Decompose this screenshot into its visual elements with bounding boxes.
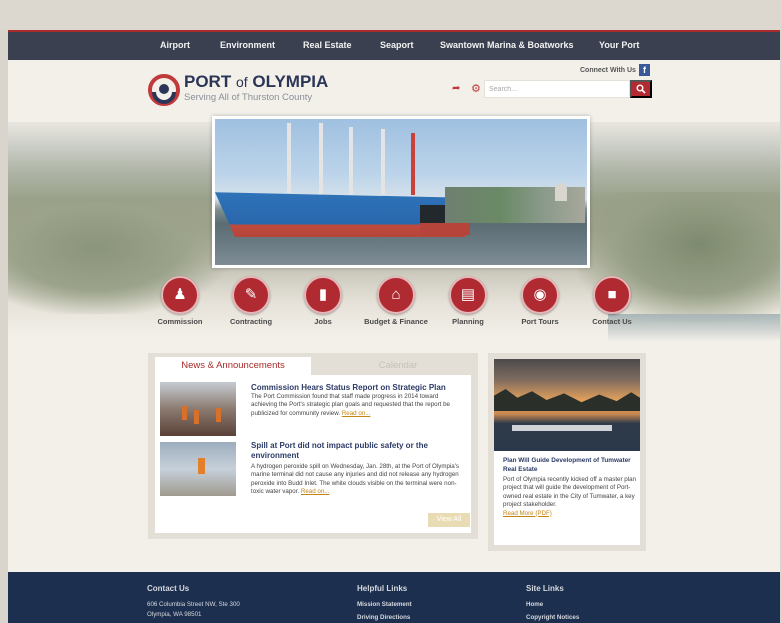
nav-swantown-marina[interactable]: Swantown Marina & Boatworks	[440, 40, 574, 50]
quick-link-contracting[interactable]: ✎ Contracting	[215, 276, 287, 327]
footer-helpful-heading: Helpful Links	[357, 584, 408, 593]
news-thumbnail[interactable]	[160, 442, 236, 496]
contract-icon: ✎	[232, 276, 270, 314]
hero-image	[212, 116, 590, 268]
connect-label: Connect With Us	[580, 67, 636, 74]
gear-icon[interactable]: ⚙	[471, 83, 481, 95]
news-list: Commission Hears Status Report on Strate…	[155, 375, 471, 533]
footer-link-mission[interactable]: Mission Statement	[357, 601, 412, 608]
port-logo-icon	[148, 74, 180, 106]
port-logo[interactable]: PORT of OLYMPIA Serving All of Thurston …	[148, 72, 338, 108]
nav-real-estate[interactable]: Real Estate	[303, 40, 352, 50]
facebook-icon[interactable]: f	[639, 64, 650, 76]
feature-image[interactable]	[494, 359, 640, 451]
search-button[interactable]	[630, 80, 652, 98]
footer-site-heading: Site Links	[526, 584, 564, 593]
share-icon[interactable]: ➦	[452, 84, 464, 94]
footer-link-home[interactable]: Home	[526, 601, 543, 608]
footer-contact-heading: Contact Us	[147, 584, 190, 593]
footer: Contact Us 606 Columbia Street NW, Ste 3…	[8, 572, 780, 623]
camera-icon: ◉	[521, 276, 559, 314]
quick-link-jobs[interactable]: ▮ Jobs	[287, 276, 359, 327]
read-on-link[interactable]: Read on...	[301, 488, 330, 495]
news-thumbnail[interactable]	[160, 382, 236, 436]
view-all-button[interactable]: View All	[428, 513, 470, 527]
footer-address-line: 606 Columbia Street NW, Ste 300	[147, 601, 240, 608]
search-icon	[636, 84, 646, 94]
quick-link-commission[interactable]: ♟ Commission	[144, 276, 216, 327]
main-nav: Airport Environment Real Estate Seaport …	[8, 30, 780, 60]
feature-card: Plan Will Guide Development of Tumwater …	[488, 353, 646, 551]
news-item-title[interactable]: Spill at Port did not impact public safe…	[251, 441, 461, 461]
nav-airport[interactable]: Airport	[160, 40, 190, 50]
people-icon: ♟	[161, 276, 199, 314]
logo-subtitle: Serving All of Thurston County	[184, 92, 313, 103]
feature-text: Port of Olympia recently kicked off a ma…	[503, 476, 636, 517]
quick-link-budget-finance[interactable]: ⌂ Budget & Finance	[360, 276, 432, 327]
nav-seaport[interactable]: Seaport	[380, 40, 414, 50]
read-more-pdf-link[interactable]: Read More (PDF)	[503, 510, 552, 517]
news-item-title[interactable]: Commission Hears Status Report on Strate…	[251, 383, 446, 393]
top-strip	[0, 0, 782, 30]
briefcase-icon: ▮	[304, 276, 342, 314]
feature-title[interactable]: Plan Will Guide Development of Tumwater …	[503, 457, 635, 474]
logo-title: PORT of OLYMPIA	[184, 72, 329, 91]
contact-card-icon: ■	[593, 276, 631, 314]
footer-address-line: Olympia, WA 98501	[147, 611, 202, 618]
quick-link-port-tours[interactable]: ◉ Port Tours	[504, 276, 576, 327]
news-item-text: A hydrogen peroxide spill on Wednesday, …	[251, 463, 460, 496]
building-icon: ⌂	[377, 276, 415, 314]
tab-news[interactable]: News & Announcements	[155, 357, 311, 375]
search-input[interactable]	[484, 80, 630, 98]
nav-your-port[interactable]: Your Port	[599, 40, 639, 50]
news-item-text: The Port Commission found that staff mad…	[251, 393, 450, 417]
footer-link-directions[interactable]: Driving Directions	[357, 614, 410, 621]
nav-environment[interactable]: Environment	[220, 40, 275, 50]
quick-link-planning[interactable]: ▤ Planning	[432, 276, 504, 327]
document-icon: ▤	[449, 276, 487, 314]
read-on-link[interactable]: Read on...	[342, 410, 371, 417]
tab-calendar[interactable]: Calendar	[328, 357, 468, 375]
news-panel: News & Announcements Calendar Commission…	[148, 353, 478, 539]
quick-link-contact-us[interactable]: ■ Contact Us	[576, 276, 648, 327]
footer-link-copyright[interactable]: Copyright Notices	[526, 614, 579, 621]
quick-links: ♟ Commission ✎ Contracting ▮ Jobs ⌂ Budg…	[8, 276, 780, 340]
page-body: PORT of OLYMPIA Serving All of Thurston …	[8, 60, 780, 572]
